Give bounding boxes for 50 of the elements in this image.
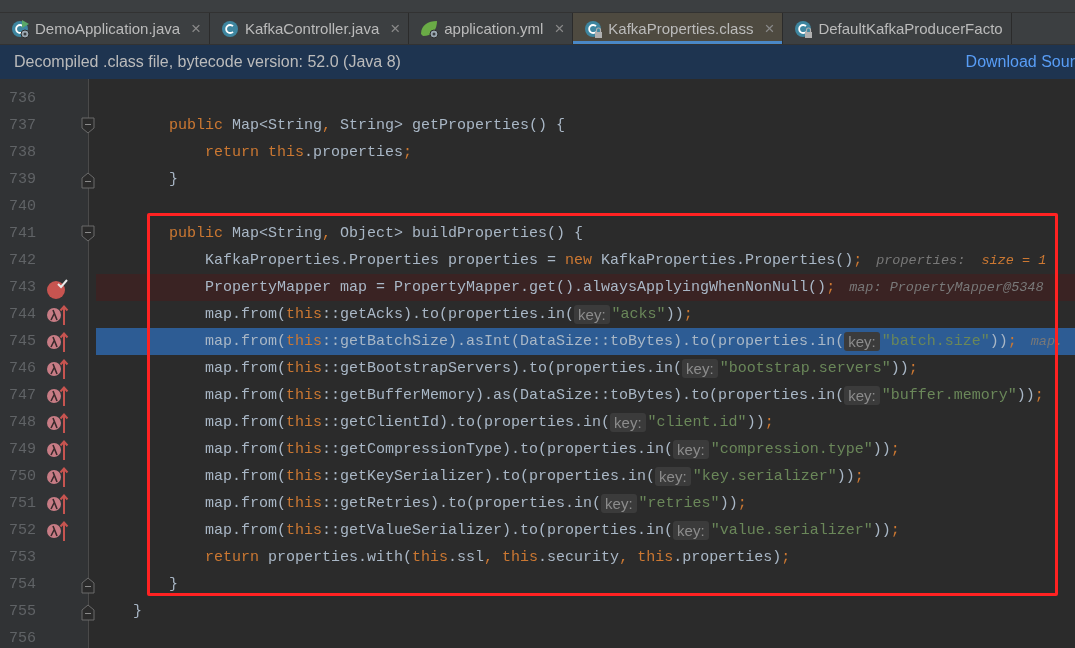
download-link[interactable]: Download Sour (965, 53, 1075, 71)
class-icon (10, 18, 30, 39)
code-text: map.from(this::getBootstrapServers).to(properties.in( (205, 360, 683, 377)
inlay-hint: key: (844, 386, 880, 405)
code-text: "compression.type")); (710, 441, 900, 458)
leaf-icon (419, 18, 440, 39)
code-text: "key.serializer")); (692, 468, 864, 485)
code-text: return this.properties; (205, 144, 413, 161)
code-text: "batch.size")); (881, 333, 1017, 350)
code-text: } (169, 576, 179, 593)
code-text: PropertyMapper map = PropertyMapper.get().alwaysApplyingWhenNonNull(); (205, 279, 836, 296)
code-text: "client.id")); (647, 414, 774, 431)
code-text: map.from(this::getClientId).to(properties.in( (205, 414, 611, 431)
code-text: map.from(this::getKeySerializer).to(properties.in( (205, 468, 656, 485)
code-text: map.from(this::getRetries).to(properties.in( (205, 495, 602, 512)
code-text: "buffer.memory")); (881, 387, 1044, 404)
code-text: map.from(this::getBufferMemory).as(DataSize::toBytes).to(properties.in( (205, 387, 845, 404)
code-text: map.from(this::getAcks).to(properties.in( (205, 306, 575, 323)
inlay-hint: key: (610, 413, 646, 432)
code-text: "acks")); (611, 306, 693, 323)
code-text: public Map<String, Object> buildProperties() { (169, 225, 584, 242)
code-text: map.from(this::getValueSerializer).to(properties.in( (205, 522, 674, 539)
locked-class-icon (583, 18, 604, 39)
debug-value: map: PropertyMapper@5348 (849, 280, 1044, 295)
inlay-hint: key: (655, 467, 691, 486)
close-button[interactable]: × (191, 18, 201, 39)
inlay-hint: key: (574, 305, 610, 324)
inlay-hint: key: (673, 521, 709, 540)
code-text: map.from(this::getCompressionType).to(properties.in( (205, 441, 674, 458)
code-text: map.from(this::getBatchSize).asInt(DataSize::toBytes).to(properties.in( (205, 333, 845, 350)
inlay-hint: key: (673, 440, 709, 459)
debug-value: properties: size = 1 (876, 253, 1047, 268)
close-button[interactable]: × (764, 18, 775, 39)
editor-tab[interactable]: KafkaProperties.class × (573, 13, 784, 44)
class-icon (220, 18, 240, 39)
inlay-hint: key: (844, 332, 880, 351)
code-text: return properties.with(this.ssl, this.security, this.properties); (205, 549, 791, 566)
close-button[interactable]: × (554, 18, 565, 39)
code-text: public Map<String, String> getProperties() { (169, 117, 566, 134)
locked-class-icon (793, 18, 814, 39)
inlay-hint: key: (682, 359, 718, 378)
code-text: "bootstrap.servers")); (719, 360, 918, 377)
inlay-hint: key: (601, 494, 637, 513)
code-text: "value.serializer")); (710, 522, 900, 539)
code-text: } (169, 171, 179, 188)
code-text: KafkaProperties.Properties properties = new KafkaProperties.Properties(); (205, 252, 863, 269)
close-button[interactable]: × (390, 18, 401, 39)
banner-message: Decompiled .class file, bytecode version: 52.0 (Java 8) (14, 53, 401, 71)
code-text: } (133, 603, 142, 620)
code-text: "retries")); (638, 495, 747, 512)
